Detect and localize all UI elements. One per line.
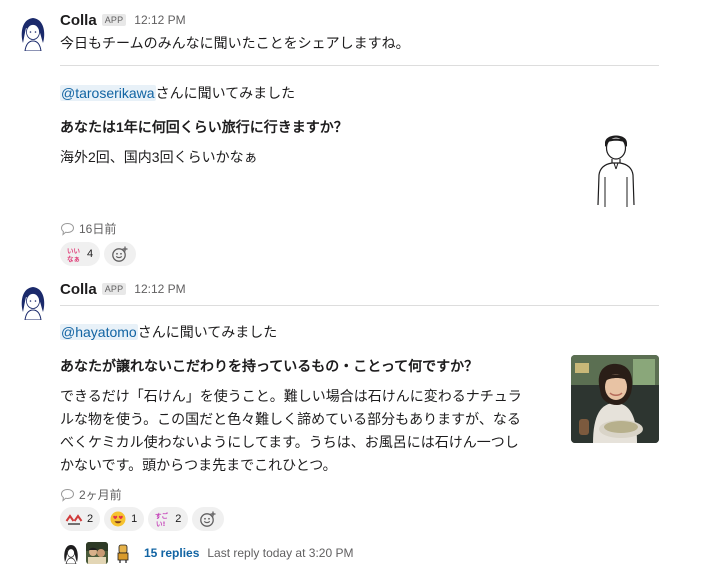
thread-participant-avatar <box>60 542 82 564</box>
iinaa-icon: いい なぁ <box>65 245 83 263</box>
answer-line: かないです。頭からつま先までこれひとつ。 <box>60 457 337 473</box>
svg-text:いい: いい <box>67 247 81 255</box>
timestamp[interactable]: 12:12 PM <box>134 13 185 27</box>
user-mention[interactable]: @taroserikawa <box>60 85 156 101</box>
answer-line: できるだけ「石けん」を使うこと。難しい場合は石けんに変わるナチュラ <box>60 388 522 404</box>
arrow-mark-icon <box>65 510 83 528</box>
attachment-divider <box>60 305 659 306</box>
app-badge: APP <box>101 14 127 26</box>
answer-text: 海外2回、国内3回くらいかなぁ <box>60 149 258 165</box>
answer-line: べくケミカル使わないようにしてます。うちは、お風呂には石けん一つし <box>60 434 519 450</box>
question-text: あなたが譲れないこだわりを持っているもの・ことって何ですか？ <box>60 358 479 374</box>
message-header: Colla APP 12:12 PM <box>60 280 186 298</box>
message-age: 2ヶ月前 <box>60 486 122 503</box>
reaction-sugoi[interactable]: すご い! 2 <box>148 507 189 531</box>
add-reaction-button[interactable] <box>192 507 225 531</box>
age-text: 16日前 <box>79 222 117 236</box>
timestamp[interactable]: 12:12 PM <box>134 282 185 296</box>
mention-suffix: さんに聞いてみました <box>155 85 296 101</box>
sender-name[interactable]: Colla <box>60 12 97 29</box>
colla-avatar[interactable] <box>14 282 52 320</box>
message-intro: 今日もチームのみんなに聞いたことをシェアしますね。 <box>60 35 410 51</box>
add-reaction-icon <box>112 246 128 262</box>
user-mention[interactable]: @hayatomo <box>60 324 138 340</box>
add-reaction-icon <box>200 511 216 527</box>
reaction-arrow-mark[interactable]: 2 <box>60 507 101 531</box>
thread-replies-link[interactable]: 15 replies <box>144 546 199 560</box>
reaction-count: 2 <box>175 513 182 525</box>
attachment-divider <box>60 65 659 66</box>
thread-participant-avatar <box>86 542 108 564</box>
speech-bubble-icon <box>60 222 75 236</box>
sugoi-icon: すご い! <box>153 510 171 528</box>
answer-text: できるだけ「石けん」を使うこと。難しい場合は石けんに変わるナチュラ ルな物を使う… <box>60 385 560 477</box>
thread-last-reply: Last reply today at 3:20 PM <box>207 546 354 560</box>
profile-photo[interactable] <box>571 355 659 443</box>
question-text: あなたは1年に何回くらい旅行に行きますか？ <box>60 119 348 135</box>
reaction-count: 4 <box>87 248 94 260</box>
message-age: 16日前 <box>60 220 116 237</box>
reaction-bar: 2 1 すご い! 2 <box>60 507 225 531</box>
svg-text:なぁ: なぁ <box>67 254 80 263</box>
reaction-count: 1 <box>131 513 138 525</box>
heart-eyes-icon <box>109 510 127 528</box>
thread-participant-avatar <box>112 542 134 564</box>
reaction-iinaa[interactable]: いい なぁ 4 <box>60 242 101 266</box>
answer-line: ルな物を使う。この国だと色々難しく諦めている部分もありますが、なる <box>60 411 521 427</box>
reaction-count: 2 <box>87 513 94 525</box>
reaction-bar: いい なぁ 4 <box>60 242 137 266</box>
mention-line: @taroserikawaさんに聞いてみました <box>60 83 295 103</box>
svg-text:い!: い! <box>156 520 166 528</box>
svg-text:すご: すご <box>155 511 169 520</box>
message-header: Colla APP 12:12 PM <box>60 11 186 29</box>
age-text: 2ヶ月前 <box>79 488 122 502</box>
reaction-heart-eyes[interactable]: 1 <box>104 507 145 531</box>
speech-bubble-icon <box>60 488 75 502</box>
app-badge: APP <box>101 283 127 295</box>
thread-summary[interactable]: 15 replies Last reply today at 3:20 PM <box>60 541 353 565</box>
add-reaction-button[interactable] <box>104 242 137 266</box>
sender-name[interactable]: Colla <box>60 281 97 298</box>
mention-suffix: さんに聞いてみました <box>137 324 278 340</box>
mention-line: @hayatomoさんに聞いてみました <box>60 322 277 342</box>
person-illustration <box>586 127 646 212</box>
colla-avatar[interactable] <box>14 13 52 51</box>
